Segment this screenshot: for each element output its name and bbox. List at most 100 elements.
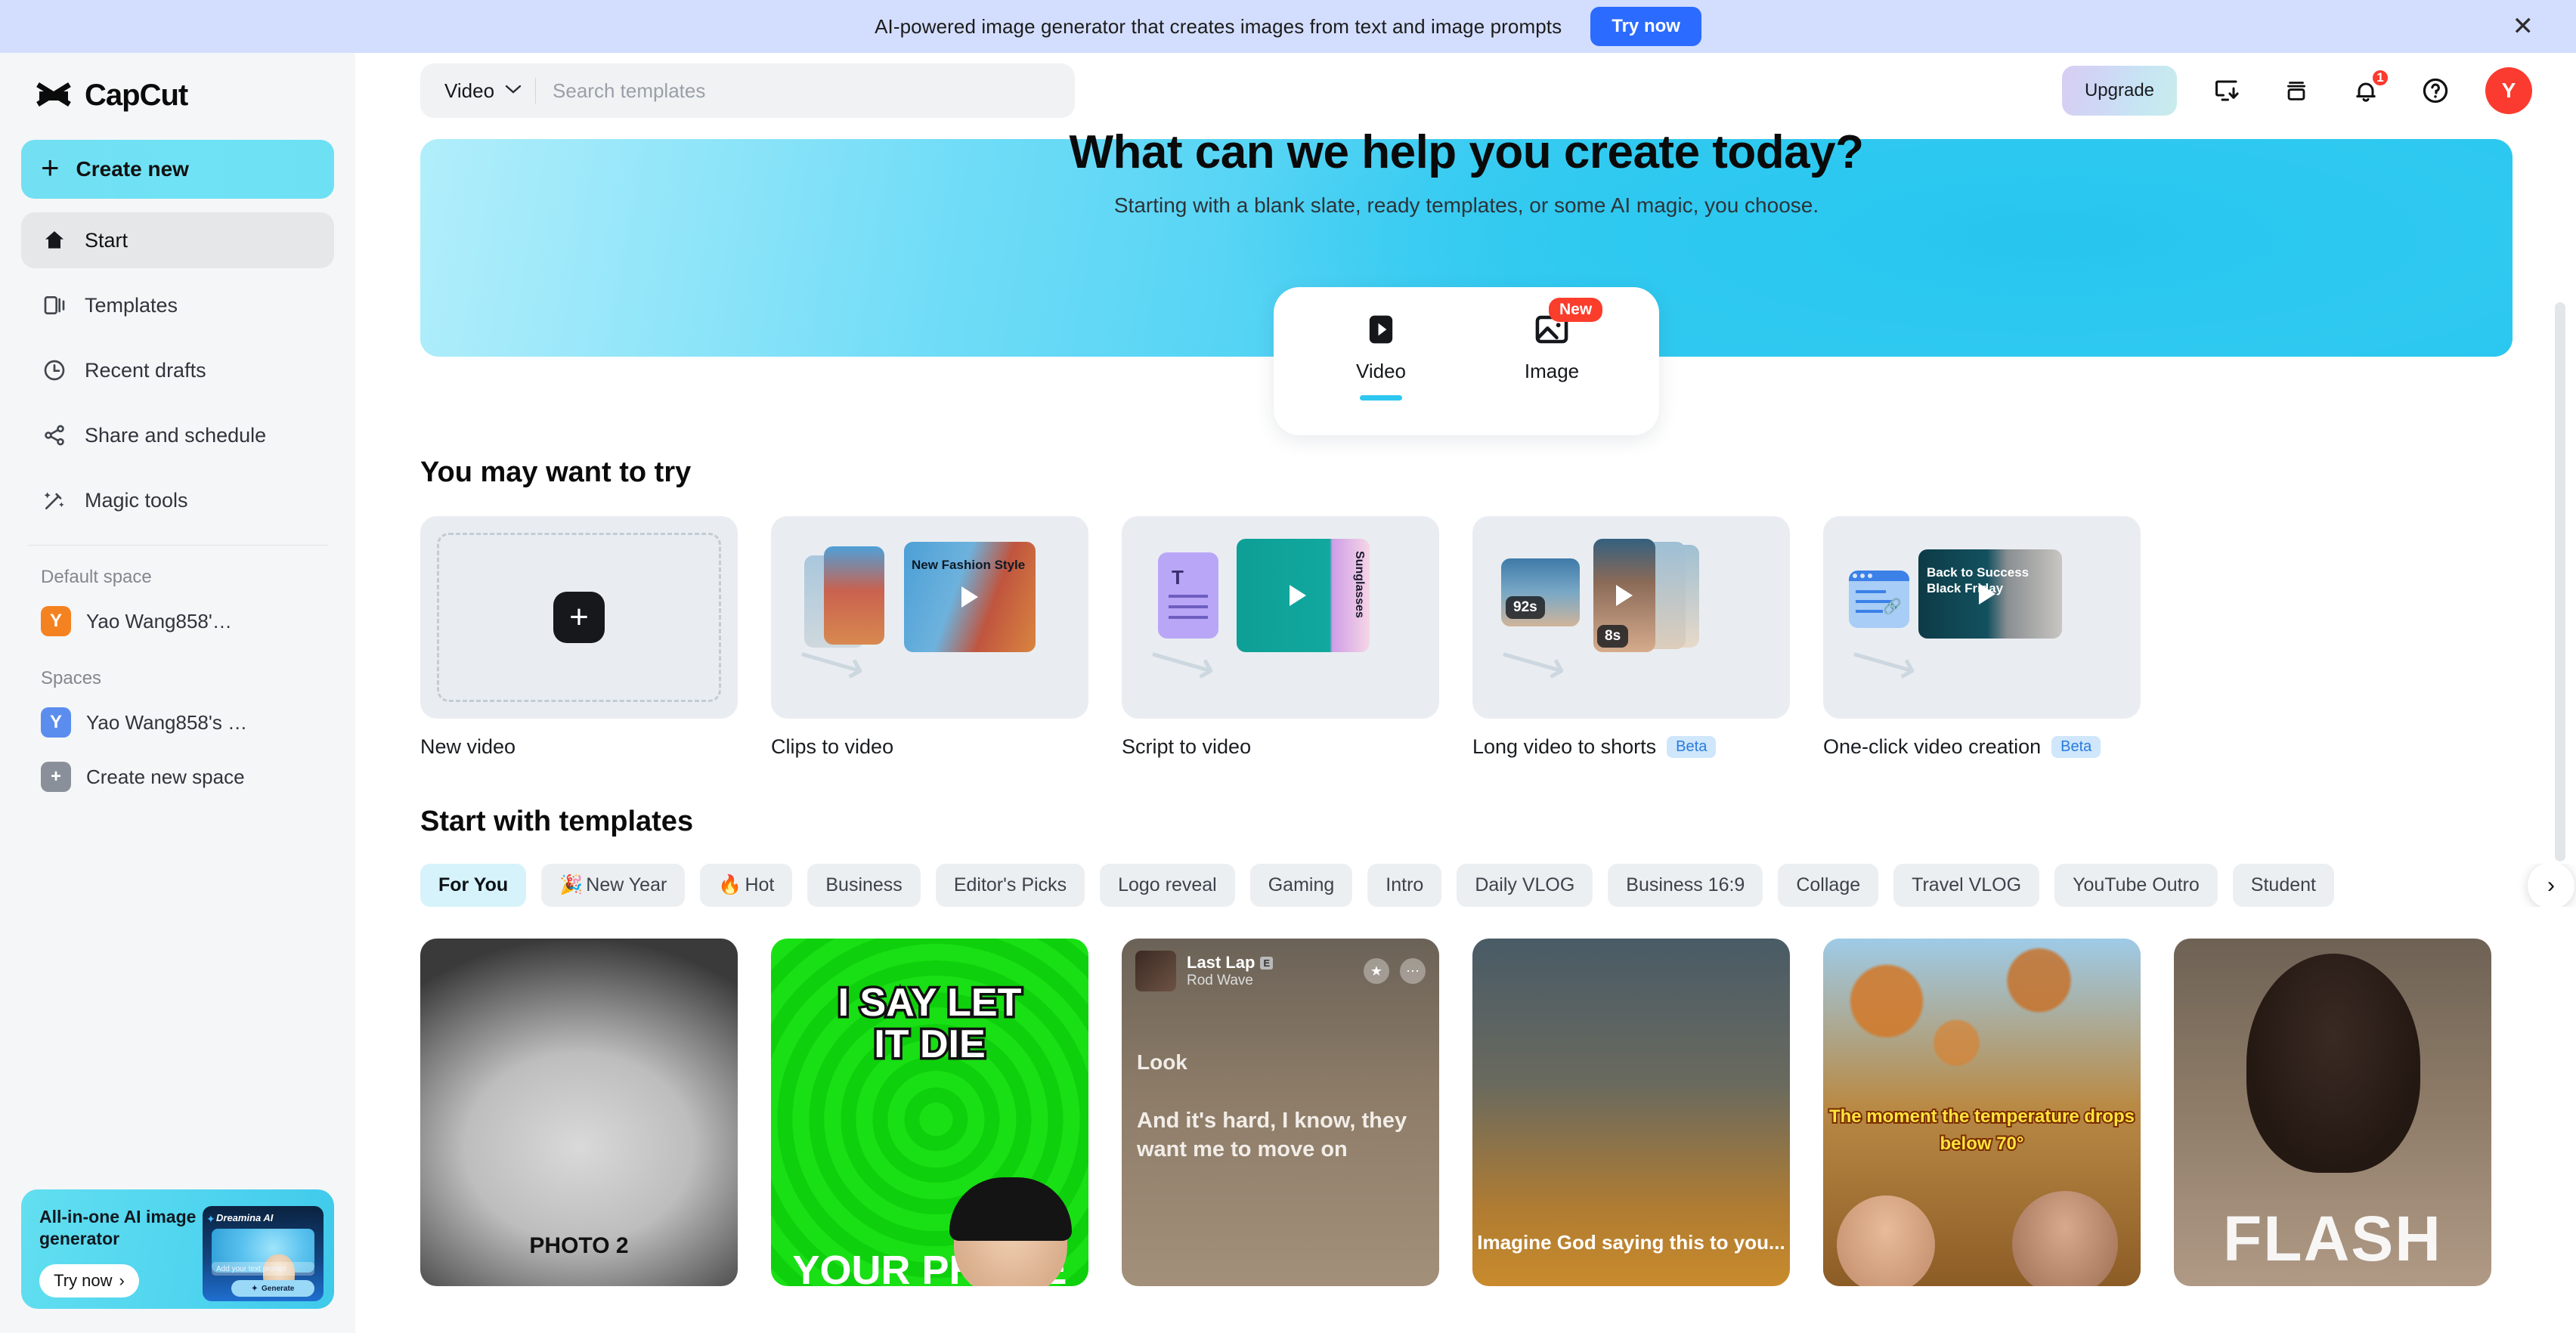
template-cards-row: PHOTO 2 I SAY LET IT DIE YOUR PHONE Last…	[420, 939, 2576, 1286]
template-character	[949, 1177, 1072, 1286]
sidebar-divider	[27, 545, 328, 546]
templates-icon	[41, 292, 68, 319]
create-new-space-button[interactable]: + Create new space	[21, 750, 334, 804]
chip-intro[interactable]: Intro	[1367, 864, 1442, 907]
chip-gaming[interactable]: Gaming	[1249, 864, 1353, 907]
chip-editors-picks[interactable]: Editor's Picks	[935, 864, 1085, 907]
more-options-icon[interactable]: ⋯	[1400, 958, 1426, 984]
template-card-photo-2[interactable]: PHOTO 2	[420, 939, 738, 1286]
chip-travel-vlog[interactable]: Travel VLOG	[1893, 864, 2040, 907]
sidebar-item-share-and-schedule[interactable]: Share and schedule	[21, 407, 334, 463]
create-new-space-label: Create new space	[86, 765, 245, 788]
template-caption: The moment the temperature drops below 7…	[1828, 1105, 2136, 1155]
sidebar-item-label: Magic tools	[85, 488, 188, 512]
script-doc-thumb: T	[1158, 552, 1218, 639]
avatar: Y	[41, 707, 71, 738]
search-input[interactable]	[553, 79, 1058, 103]
hero-title: What can we help you create today?	[1069, 128, 1864, 178]
artist-name: Rod Wave	[1187, 973, 1253, 988]
active-tab-indicator	[1360, 395, 1402, 401]
template-card-i-say-let-it-die[interactable]: I SAY LET IT DIE YOUR PHONE	[771, 939, 1088, 1286]
try-card-thumb: 🔗 Back to Success Black Friday ⟶	[1823, 516, 2141, 719]
space-item-yao-wang858[interactable]: Y Yao Wang858's …	[21, 695, 334, 750]
search-bar[interactable]: Video	[420, 63, 1075, 118]
chip-collage[interactable]: Collage	[1778, 864, 1879, 907]
chip-hot[interactable]: 🔥 Hot	[700, 864, 793, 907]
chip-for-you[interactable]: For You	[420, 864, 527, 907]
template-card-flash[interactable]: FLASH	[2174, 939, 2491, 1286]
home-icon	[41, 227, 68, 254]
promo-try-now-button[interactable]: Try now	[1590, 7, 1701, 46]
brand-name: CapCut	[85, 79, 188, 112]
beta-badge: Beta	[1667, 736, 1717, 758]
template-card-last-lap[interactable]: Last Lap E Rod Wave ★ ⋯ Look And it's ha…	[1122, 939, 1439, 1286]
try-card-clips-to-video[interactable]: New Fashion Style ⟶ Clips to video	[771, 516, 1088, 759]
create-new-button[interactable]: + Create new	[21, 140, 334, 199]
sidebar-item-label: Templates	[85, 293, 178, 317]
lyric-line-1: Look	[1137, 1050, 1187, 1074]
arrow-icon: ⟶	[1494, 627, 1573, 697]
sidebar-item-magic-tools[interactable]: Magic tools	[21, 472, 334, 528]
template-card-imagine-god[interactable]: Imagine God saying this to you...	[1472, 939, 1790, 1286]
chevron-right-icon[interactable]: ›	[2528, 864, 2574, 907]
space-name: Yao Wang858's …	[86, 710, 248, 734]
try-card-label: Long video to shorts	[1472, 735, 1657, 758]
chip-youtube-outro[interactable]: YouTube Outro	[2054, 864, 2218, 907]
search-divider	[535, 78, 537, 104]
bell-icon[interactable]: 1	[2346, 68, 2390, 110]
close-icon[interactable]: ✕	[2513, 14, 2534, 39]
chip-new-year[interactable]: 🎉 New Year	[541, 864, 686, 907]
chip-logo-reveal[interactable]: Logo reveal	[1100, 864, 1235, 907]
dreamina-generate-button: ✦ Generate	[231, 1280, 314, 1297]
star-icon[interactable]: ★	[1364, 958, 1389, 984]
try-card-label: Clips to video	[771, 735, 894, 758]
sidebar-item-start[interactable]: Start	[21, 212, 334, 268]
sidebar-promo-try-now-button[interactable]: Try now ›	[39, 1263, 139, 1297]
sidebar-item-recent-drafts[interactable]: Recent drafts	[21, 342, 334, 398]
archive-box-icon[interactable]	[2277, 71, 2316, 110]
try-card-label-wrap: Script to video	[1122, 735, 1439, 759]
promo-banner-text: AI-powered image generator that creates …	[875, 14, 1562, 38]
try-cards-row: + New video New Fashion Style ⟶ Clips to…	[420, 516, 2576, 759]
chip-label: Editor's Picks	[953, 874, 1067, 895]
tab-video-label: Video	[1355, 360, 1407, 382]
create-mode-switcher: Video New Image	[1274, 287, 1659, 435]
chip-label: Travel VLOG	[1912, 874, 2022, 895]
song-title-row: Last Lap E	[1187, 953, 1353, 973]
user-avatar[interactable]: Y	[2485, 67, 2532, 114]
sidebar-promo-card[interactable]: All-in-one AI image generator Try now › …	[21, 1189, 334, 1309]
try-card-label-wrap: One-click video creation Beta	[1823, 735, 2141, 759]
try-card-new-video[interactable]: + New video	[420, 516, 738, 759]
help-circle-icon[interactable]	[2416, 71, 2455, 110]
long-video-thumb: 92s	[1501, 558, 1580, 626]
sidebar-item-templates[interactable]: Templates	[21, 277, 334, 333]
default-space-item[interactable]: Y Yao Wang858'…	[21, 594, 334, 648]
brand-logo-area[interactable]: CapCut	[21, 53, 334, 135]
tab-video[interactable]: Video	[1336, 308, 1426, 401]
spaces-label: Spaces	[41, 668, 102, 688]
hero-subtitle: Starting with a blank slate, ready templ…	[1113, 193, 1819, 217]
play-icon	[1979, 583, 1996, 605]
chip-daily-vlog[interactable]: Daily VLOG	[1457, 864, 1593, 907]
try-card-one-click-video-creation[interactable]: 🔗 Back to Success Black Friday ⟶ One-cli…	[1823, 516, 2141, 759]
default-space-label: Default space	[41, 567, 152, 587]
chip-business[interactable]: Business	[807, 864, 921, 907]
chip-business-16-9[interactable]: Business 16:9	[1608, 864, 1763, 907]
chevron-down-icon[interactable]	[505, 84, 522, 98]
download-app-icon[interactable]	[2207, 71, 2246, 110]
magic-wand-icon	[41, 487, 68, 514]
template-person	[2246, 954, 2420, 1173]
play-icon	[1289, 585, 1306, 606]
topbar: Video Upgrade 1	[355, 53, 2576, 128]
upgrade-button[interactable]: Upgrade	[2062, 66, 2177, 116]
tab-image[interactable]: New Image	[1506, 298, 1603, 383]
search-category-label[interactable]: Video	[437, 79, 494, 103]
lyric-line-2: And it's hard, I know, they want me to m…	[1137, 1109, 1407, 1162]
try-card-long-video-to-shorts[interactable]: 92s 8s ⟶ Long video to shorts Beta	[1472, 516, 1790, 759]
sparkle-icon: ✦	[251, 1284, 259, 1293]
vertical-scrollbar[interactable]	[2555, 302, 2565, 861]
chip-student[interactable]: Student	[2232, 864, 2334, 907]
try-card-script-to-video[interactable]: T Sunglasses ⟶ Script to video	[1122, 516, 1439, 759]
chip-label: YouTube Outro	[2073, 874, 2200, 895]
template-card-temperature-drop[interactable]: The moment the temperature drops below 7…	[1823, 939, 2141, 1286]
